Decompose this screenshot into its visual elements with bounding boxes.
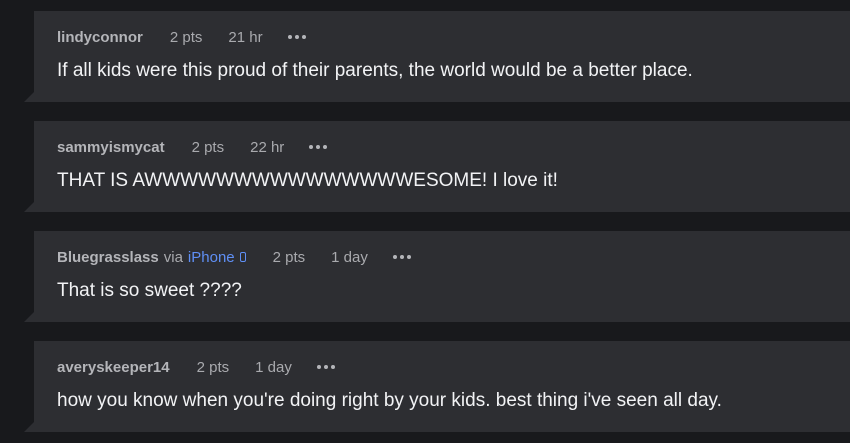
username-link[interactable]: sammyismycat bbox=[57, 139, 165, 156]
comment-text: That is so sweet ???? bbox=[57, 280, 242, 301]
comment-meta: sammyismycat 2 pts 22 hr bbox=[57, 138, 328, 156]
comment-text: how you know when you're doing right by … bbox=[57, 390, 722, 411]
more-dots-icon[interactable] bbox=[316, 365, 335, 369]
username-link[interactable]: averyskeeper14 bbox=[57, 359, 170, 376]
comment-meta: averyskeeper14 2 pts 1 day bbox=[57, 358, 335, 376]
via-label: via bbox=[163, 248, 183, 266]
more-dots-icon[interactable] bbox=[309, 145, 328, 149]
points-count: 2 pts bbox=[169, 28, 203, 46]
comment-age[interactable]: 22 hr bbox=[250, 139, 284, 156]
comment-text: If all kids were this proud of their par… bbox=[57, 60, 693, 81]
username-link[interactable]: Bluegrasslass bbox=[57, 249, 159, 266]
phone-icon bbox=[239, 252, 246, 262]
points-count: 2 pts bbox=[196, 358, 230, 376]
comment-card: averyskeeper14 2 pts 1 day how you know … bbox=[24, 341, 850, 432]
comment-list: lindyconnor 2 pts 21 hr If all kids were… bbox=[0, 0, 850, 443]
comment-age[interactable]: 21 hr bbox=[228, 29, 262, 46]
comment-card: sammyismycat 2 pts 22 hr THAT IS AWWWWWW… bbox=[24, 121, 850, 212]
comment-age[interactable]: 1 day bbox=[255, 359, 292, 376]
more-dots-icon[interactable] bbox=[392, 255, 411, 259]
comment-text: THAT IS AWWWWWWWWWWWWWWWESOME! I love it… bbox=[57, 170, 558, 191]
points-count: 2 pts bbox=[272, 248, 306, 266]
more-dots-icon[interactable] bbox=[287, 35, 306, 39]
comment-card: lindyconnor 2 pts 21 hr If all kids were… bbox=[24, 11, 850, 102]
comment-meta: Bluegrasslass via iPhone 2 pts 1 day bbox=[57, 248, 411, 266]
comment-age[interactable]: 1 day bbox=[331, 249, 368, 266]
username-link[interactable]: lindyconnor bbox=[57, 29, 143, 46]
points-count: 2 pts bbox=[191, 138, 225, 156]
comment-card: Bluegrasslass via iPhone 2 pts 1 day Tha… bbox=[24, 231, 850, 322]
comment-meta: lindyconnor 2 pts 21 hr bbox=[57, 28, 306, 46]
device-link[interactable]: iPhone bbox=[188, 249, 235, 266]
